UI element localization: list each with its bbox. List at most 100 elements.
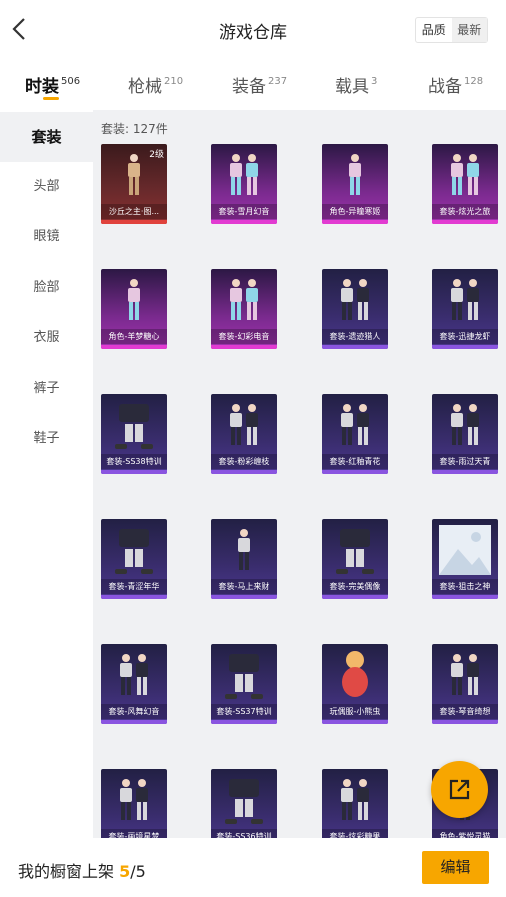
item-card[interactable]: 套装-雪月幻音 — [211, 144, 277, 224]
item-card[interactable]: 2级 沙丘之主·图... — [101, 144, 167, 224]
quality-bar — [322, 345, 388, 349]
character-figure-icon — [128, 279, 140, 320]
item-card[interactable]: 套装-炫光之旅 — [432, 144, 498, 224]
quality-bar — [322, 720, 388, 724]
tab-fashion[interactable]: 时装 506 — [25, 72, 80, 97]
item-card[interactable]: 套装-青涩年华 — [101, 519, 167, 599]
item-card[interactable]: 角色-羊梦糖心 — [101, 269, 167, 349]
outfit-pair-icon — [451, 154, 479, 195]
category-tabs: 时装 506 枪械 210 装备 237 载具 3 战备 128 — [0, 60, 506, 110]
sidebar: 套装 头部 眼镜 脸部 衣服 裤子 鞋子 — [0, 110, 93, 897]
quality-bar — [432, 595, 498, 599]
active-tab-indicator — [43, 97, 59, 100]
tab-label: 枪械 — [128, 77, 162, 97]
item-name: 套装-完美偶像 — [322, 579, 388, 594]
outfit-pair-icon — [451, 654, 479, 695]
sidebar-item-shoes[interactable]: 鞋子 — [0, 414, 93, 464]
item-card[interactable]: 角色-异瞳寒姬 — [322, 144, 388, 224]
tab-weapons[interactable]: 枪械 210 — [128, 72, 183, 97]
quality-bar — [211, 595, 277, 599]
quality-bar — [211, 720, 277, 724]
outfit-pair-icon — [341, 404, 369, 445]
quality-bar — [101, 720, 167, 724]
item-name: 套装-雪月幻音 — [211, 204, 277, 219]
item-name: 套装-幻彩电音 — [211, 329, 277, 344]
sidebar-item-head[interactable]: 头部 — [0, 162, 93, 212]
outfit-pair-icon — [230, 279, 258, 320]
item-card[interactable]: 套装-风舞幻音 — [101, 644, 167, 724]
share-button[interactable] — [431, 761, 488, 818]
item-name: 套装-风舞幻音 — [101, 704, 167, 719]
sort-by-latest[interactable]: 最新 — [451, 18, 487, 42]
item-card[interactable]: 套装-雨过天青 — [432, 394, 498, 474]
tab-label: 装备 — [232, 77, 266, 97]
quality-bar — [101, 345, 167, 349]
item-card[interactable]: 套装-红釉青花 — [322, 394, 388, 474]
tab-vehicles[interactable]: 载具 3 — [335, 72, 377, 97]
item-name: 角色-羊梦糖心 — [101, 329, 167, 344]
item-card[interactable]: 套装-狙击之神 — [432, 519, 498, 599]
item-name: 套装-琴音绮想 — [432, 704, 498, 719]
item-card[interactable]: 套装-琴音绮想 — [432, 644, 498, 724]
tab-equipment[interactable]: 装备 237 — [232, 72, 287, 97]
sort-by-quality[interactable]: 品质 — [416, 18, 452, 42]
bottom-bar: 我的橱窗上架 5/5 编辑 — [0, 838, 506, 897]
item-name: 套装-SS38特训 — [101, 454, 167, 469]
tab-count: 3 — [371, 76, 378, 87]
outfit-pair-icon — [120, 654, 148, 695]
item-name: 套装-青涩年华 — [101, 579, 167, 594]
tab-label: 时装 — [25, 77, 59, 97]
quality-bar — [322, 220, 388, 224]
quality-bar — [322, 595, 388, 599]
outfit-set-icon — [336, 529, 374, 574]
sidebar-item-face[interactable]: 脸部 — [0, 263, 93, 313]
outfit-pair-icon — [341, 279, 369, 320]
outfit-pair-icon — [451, 404, 479, 445]
outfit-pair-icon — [230, 404, 258, 445]
share-external-icon — [449, 779, 470, 800]
outfit-set-icon — [115, 404, 153, 449]
quality-bar — [432, 470, 498, 474]
outfit-pair-icon — [230, 154, 258, 195]
item-card[interactable]: 套装-炫彩糖果 — [322, 769, 388, 849]
item-card[interactable]: 套装-迅捷龙虾 — [432, 269, 498, 349]
tab-label: 载具 — [335, 77, 369, 97]
quality-bar — [101, 220, 167, 224]
item-card[interactable]: 套装-SS38特训 — [101, 394, 167, 474]
item-card[interactable]: 套装-画境星梦 — [101, 769, 167, 849]
showcase-total: 5 — [135, 862, 146, 881]
item-name: 套装-雨过天青 — [432, 454, 498, 469]
item-card[interactable]: 套装-SS36特训 — [211, 769, 277, 849]
item-card[interactable]: 套装-粉彩缠枝 — [211, 394, 277, 474]
outfit-figure-icon — [238, 529, 250, 570]
tab-count: 128 — [464, 76, 484, 87]
sidebar-item-clothes[interactable]: 衣服 — [0, 313, 93, 363]
sidebar-item-suits[interactable]: 套装 — [0, 112, 93, 162]
item-card[interactable]: 套装-马上来财 — [211, 519, 277, 599]
showcase-current: 5 — [119, 862, 131, 881]
outfit-set-icon — [225, 654, 263, 699]
outfit-pair-icon — [120, 779, 148, 820]
sidebar-item-glasses[interactable]: 眼镜 — [0, 212, 93, 262]
quality-bar — [432, 220, 498, 224]
quality-bar — [432, 720, 498, 724]
edit-button[interactable]: 编辑 — [422, 851, 489, 884]
item-name: 套装-红釉青花 — [322, 454, 388, 469]
mascot-figure-icon — [342, 651, 368, 697]
item-name: 沙丘之主·图... — [101, 204, 167, 219]
tab-count: 237 — [268, 76, 288, 87]
top-bar: 游戏仓库 品质 最新 — [0, 0, 506, 60]
item-name: 套装-狙击之神 — [432, 579, 498, 594]
item-card[interactable]: 套装-SS37特训 — [211, 644, 277, 724]
tab-supplies[interactable]: 战备 128 — [428, 72, 483, 97]
outfit-pair-icon — [451, 279, 479, 320]
outfit-set-icon — [115, 529, 153, 574]
item-count: 套装: 127件 — [101, 122, 168, 136]
quality-bar — [211, 345, 277, 349]
item-card[interactable]: 套装-幻彩电音 — [211, 269, 277, 349]
sidebar-item-pants[interactable]: 裤子 — [0, 364, 93, 414]
item-card[interactable]: 套装-完美偶像 — [322, 519, 388, 599]
item-card[interactable]: 玩偶服-小熊虫 — [322, 644, 388, 724]
item-card[interactable]: 套装-遗迹猎人 — [322, 269, 388, 349]
showcase-label: 我的橱窗上架 — [18, 862, 115, 881]
